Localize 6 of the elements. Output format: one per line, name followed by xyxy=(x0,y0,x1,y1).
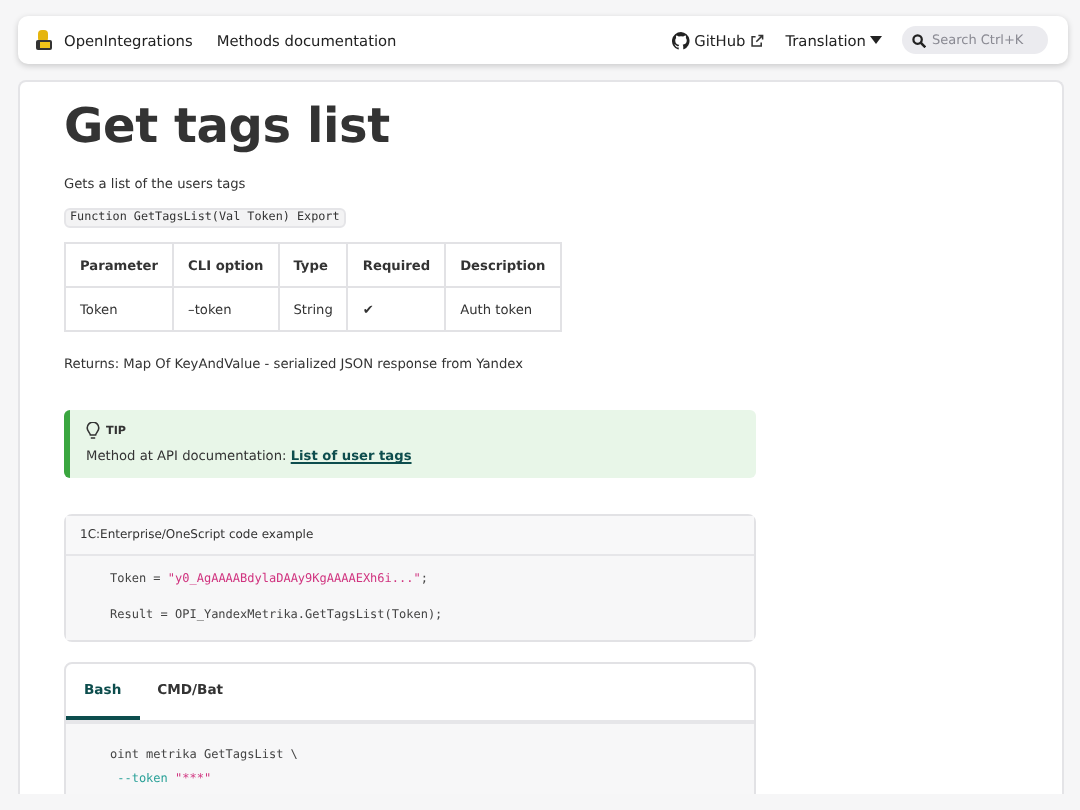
lightbulb-icon xyxy=(86,422,100,440)
logo-icon xyxy=(36,29,54,51)
external-link-icon xyxy=(749,33,764,47)
page-title: Get tags list xyxy=(64,98,392,154)
caret-icon xyxy=(870,36,882,44)
github-icon xyxy=(672,31,691,49)
